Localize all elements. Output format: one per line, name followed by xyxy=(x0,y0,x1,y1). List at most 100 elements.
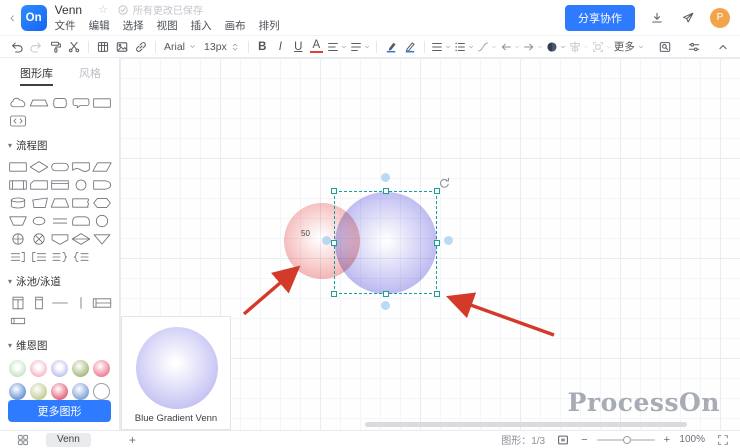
font-color-button[interactable]: A xyxy=(309,39,323,53)
shape-delay[interactable] xyxy=(92,176,112,193)
insert-link-button[interactable] xyxy=(132,38,150,56)
shape-circle-large[interactable] xyxy=(92,212,112,229)
shape-diamond-line[interactable] xyxy=(71,230,91,247)
shape-trapezoid2[interactable] xyxy=(29,94,49,111)
shape-lane-vertical[interactable] xyxy=(29,294,49,311)
resize-handle-n[interactable] xyxy=(383,188,389,194)
shape-shield[interactable] xyxy=(50,230,70,247)
resize-handle-sw[interactable] xyxy=(331,291,337,297)
shape-ellipse[interactable] xyxy=(29,212,49,229)
shape-cloud[interactable] xyxy=(8,94,28,111)
venn-style-5[interactable] xyxy=(93,360,110,377)
insert-image-button[interactable] xyxy=(113,38,131,56)
resize-handle-e[interactable] xyxy=(434,240,440,246)
document-title[interactable]: Venn xyxy=(55,3,82,17)
more-shapes-button[interactable]: 更多图形 xyxy=(8,400,111,422)
arrow-end-button[interactable] xyxy=(522,40,544,54)
section-pool-lane[interactable]: ▾ 泳池/泳道 xyxy=(8,274,111,289)
send-icon[interactable] xyxy=(679,9,697,27)
connection-point-right[interactable] xyxy=(444,236,453,245)
avatar[interactable]: P xyxy=(710,7,730,28)
shape-lane-horizontal[interactable] xyxy=(8,312,28,329)
shape-internal-storage[interactable] xyxy=(50,176,70,193)
bold-button[interactable]: B xyxy=(254,41,271,53)
venn-style-1[interactable] xyxy=(9,360,26,377)
shape-torn-paper[interactable] xyxy=(71,194,91,211)
redo-button[interactable] xyxy=(27,38,45,56)
back-icon[interactable]: ‹ xyxy=(8,9,21,27)
rotate-handle-icon[interactable] xyxy=(438,177,451,190)
underline-button[interactable]: U xyxy=(290,41,307,53)
more-button[interactable]: 更多 xyxy=(614,39,645,54)
resize-handle-nw[interactable] xyxy=(331,188,337,194)
menu-item-2[interactable]: 选择 xyxy=(123,18,144,33)
share-collaborate-button[interactable]: 分享协作 xyxy=(565,4,635,31)
text-align-button[interactable] xyxy=(349,40,371,54)
zoom-out-button[interactable]: − xyxy=(581,434,587,446)
section-venn[interactable]: ▾ 维恩图 xyxy=(8,338,111,353)
zoom-in-button[interactable]: + xyxy=(664,434,670,446)
menu-item-5[interactable]: 画布 xyxy=(225,18,246,33)
selection-box[interactable] xyxy=(331,188,440,297)
theme-style-button[interactable] xyxy=(545,40,567,54)
shape-trapezoid-down[interactable] xyxy=(8,212,28,229)
processon-logo[interactable]: On xyxy=(20,4,47,31)
arrow-start-button[interactable] xyxy=(499,40,521,54)
shape-list-right-bracket[interactable] xyxy=(8,248,28,265)
venn-style-7[interactable] xyxy=(30,383,47,400)
list-style-button[interactable] xyxy=(453,40,475,54)
tab-style[interactable]: 风格 xyxy=(79,65,101,86)
connector-style-button[interactable] xyxy=(476,40,498,54)
shape-diamond[interactable] xyxy=(29,158,49,175)
settings-sliders-icon[interactable] xyxy=(685,38,703,56)
fullscreen-icon[interactable] xyxy=(714,431,732,448)
shape-trapezoid[interactable] xyxy=(50,194,70,211)
line-height-button[interactable] xyxy=(326,40,348,54)
venn-style-3[interactable] xyxy=(51,360,68,377)
menu-item-0[interactable]: 文件 xyxy=(55,18,76,33)
shape-circle-plus[interactable] xyxy=(8,230,28,247)
shape-pool-vertical[interactable] xyxy=(8,294,28,311)
connection-point-bottom[interactable] xyxy=(381,301,390,310)
undo-button[interactable] xyxy=(8,38,26,56)
font-size-select[interactable]: 13px xyxy=(201,40,243,54)
connection-point-top[interactable] xyxy=(381,173,390,182)
download-icon[interactable] xyxy=(648,9,666,27)
menu-item-1[interactable]: 编辑 xyxy=(89,18,110,33)
shape-triangle-down[interactable] xyxy=(92,230,112,247)
shape-horizontal-line[interactable] xyxy=(50,294,70,311)
venn-style-2[interactable] xyxy=(30,360,47,377)
venn-style-4[interactable] xyxy=(72,360,89,377)
shape-pool-horizontal[interactable] xyxy=(92,294,112,311)
resize-handle-se[interactable] xyxy=(434,291,440,297)
venn-style-9[interactable] xyxy=(72,383,89,400)
connection-point-left[interactable] xyxy=(322,236,331,245)
resize-handle-w[interactable] xyxy=(331,240,337,246)
shape-rectangle[interactable] xyxy=(8,158,28,175)
venn-value-label[interactable]: 50 xyxy=(301,229,310,238)
collapse-toolbar-icon[interactable] xyxy=(714,38,732,56)
align-objects-button[interactable] xyxy=(568,40,590,54)
shape-circle-cross[interactable] xyxy=(29,230,49,247)
menu-item-6[interactable]: 排列 xyxy=(259,18,280,33)
shape-circle[interactable] xyxy=(71,176,91,193)
shape-callout[interactable] xyxy=(71,94,91,111)
shape-rectangle[interactable] xyxy=(92,94,112,111)
shape-list-left-bracket[interactable] xyxy=(29,248,49,265)
shape-half-stadium[interactable] xyxy=(71,212,91,229)
venn-style-8[interactable] xyxy=(51,383,68,400)
section-flowchart[interactable]: ▾ 流程图 xyxy=(8,138,111,153)
fit-canvas-icon[interactable] xyxy=(554,431,572,448)
shape-double-line[interactable] xyxy=(50,212,70,229)
clear-format-button[interactable] xyxy=(65,38,83,56)
group-button[interactable] xyxy=(591,40,613,54)
shape-card[interactable] xyxy=(29,176,49,193)
shape-parallelogram[interactable] xyxy=(92,158,112,175)
venn-style-6[interactable] xyxy=(9,383,26,400)
zoom-slider[interactable] xyxy=(596,435,655,444)
shape-stadium[interactable] xyxy=(50,158,70,175)
format-painter-button[interactable] xyxy=(46,38,64,56)
page-tab-venn[interactable]: Venn xyxy=(46,432,91,447)
table-button[interactable] xyxy=(94,38,112,56)
canvas[interactable]: 50 Blue Gradient Venn ProcessOn xyxy=(120,58,740,430)
